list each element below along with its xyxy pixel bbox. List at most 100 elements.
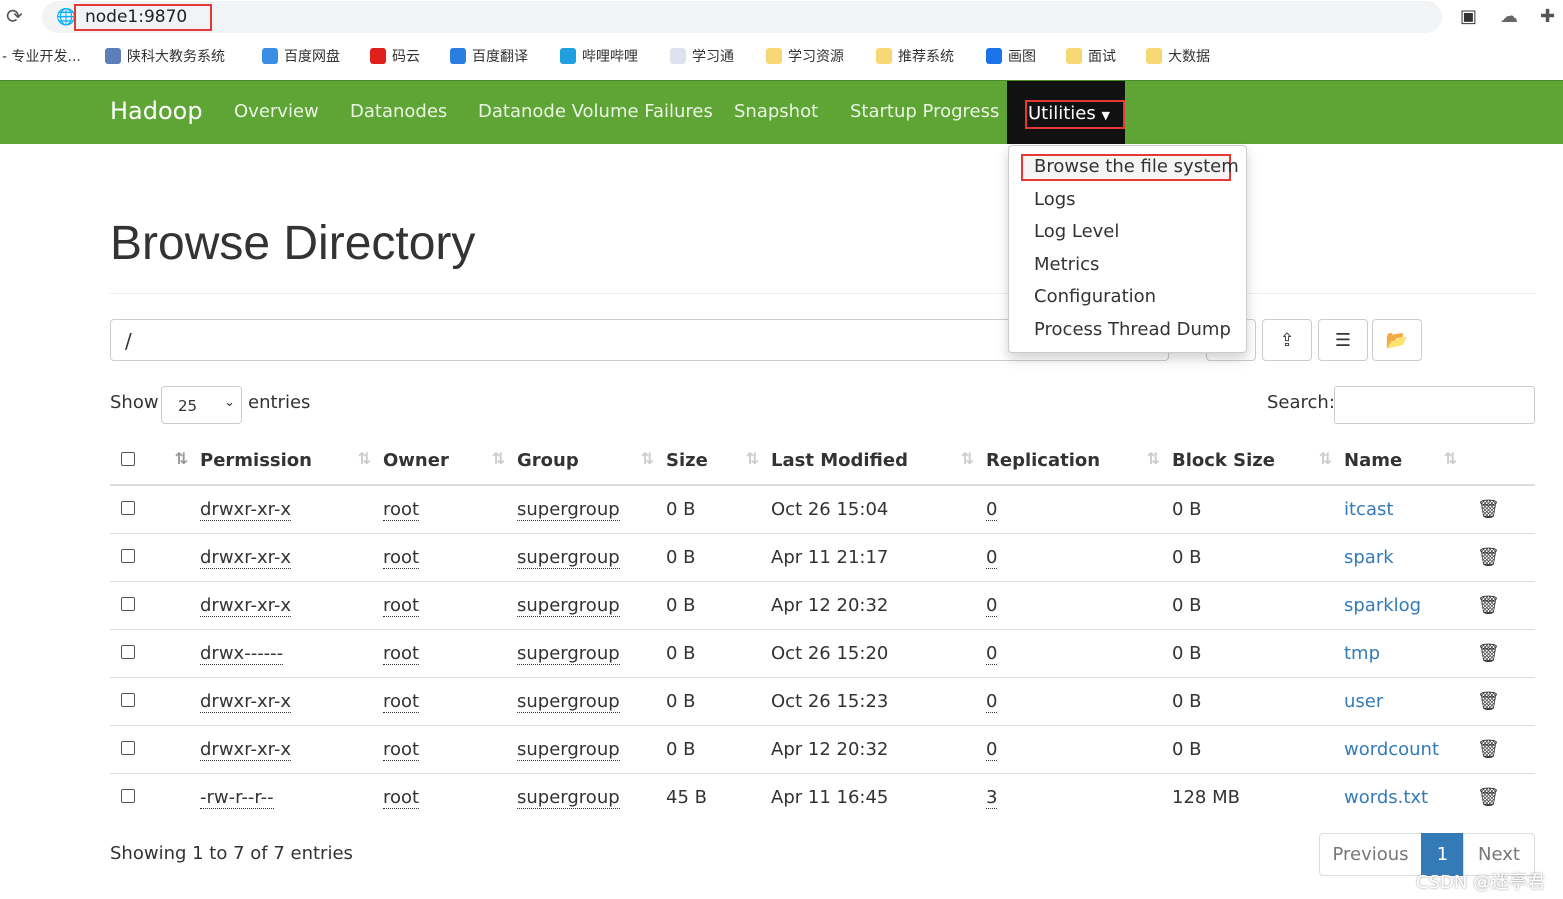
cell-name[interactable]: tmp [1344, 643, 1380, 664]
trash-icon[interactable]: 🗑 [1477, 547, 1500, 568]
cell-group[interactable]: supergroup [517, 786, 620, 809]
row-checkbox[interactable] [121, 500, 135, 515]
cell-permission[interactable]: drwxr-xr-x [200, 498, 291, 521]
menu-logs[interactable]: Logs [1034, 189, 1076, 210]
upload-button[interactable]: ⇪ [1262, 319, 1312, 361]
trash-icon[interactable]: 🗑 [1477, 499, 1500, 520]
cell-name[interactable]: user [1344, 691, 1383, 712]
cell-permission[interactable]: -rw-r--r-- [200, 786, 274, 809]
cell-owner[interactable]: root [383, 738, 420, 761]
cell-name[interactable]: itcast [1344, 499, 1393, 520]
sort-icon[interactable]: ⇅ [746, 449, 759, 468]
cell-replication[interactable]: 0 [986, 690, 998, 713]
column-header-permission[interactable]: Permission ⇅ [200, 437, 383, 486]
cell-group[interactable]: supergroup [517, 498, 620, 521]
row-checkbox[interactable] [121, 740, 135, 755]
cell-replication[interactable]: 0 [986, 594, 998, 617]
extension-icon[interactable]: ▣ [1460, 6, 1477, 27]
row-checkbox[interactable] [121, 692, 135, 707]
cell-owner[interactable]: root [383, 594, 420, 617]
column-header-group[interactable]: Group ⇅ [517, 437, 666, 486]
cell-replication[interactable]: 0 [986, 738, 998, 761]
bookmark[interactable]: 码云 [370, 46, 420, 66]
sort-icon[interactable]: ⇅ [492, 449, 505, 468]
column-header-size[interactable]: Size ⇅ [666, 437, 771, 486]
menu-thread-dump[interactable]: Process Thread Dump [1034, 319, 1231, 340]
bookmark[interactable]: 大数据 [1146, 46, 1210, 66]
cell-name[interactable]: spark [1344, 547, 1394, 568]
bookmark[interactable]: 学习通 [670, 46, 734, 66]
nav-datanodes[interactable]: Datanodes [350, 101, 447, 122]
cell-owner[interactable]: root [383, 690, 420, 713]
list-button[interactable]: ☰ [1318, 319, 1368, 361]
cell-permission[interactable]: drwxr-xr-x [200, 594, 291, 617]
nav-overview[interactable]: Overview [234, 101, 319, 122]
puzzle-icon[interactable]: ✚ [1540, 6, 1555, 27]
bookmark[interactable]: 学习资源 [766, 46, 844, 66]
sort-icon[interactable]: ⇅ [641, 449, 654, 468]
row-checkbox[interactable] [121, 644, 135, 659]
cell-permission[interactable]: drwxr-xr-x [200, 738, 291, 761]
sort-icon[interactable]: ⇅ [1147, 449, 1160, 468]
cell-owner[interactable]: root [383, 642, 420, 665]
trash-icon[interactable]: 🗑 [1477, 787, 1500, 808]
cell-permission[interactable]: drwxr-xr-x [200, 546, 291, 569]
cell-permission[interactable]: drwx------ [200, 642, 284, 665]
sort-icon[interactable]: ⇅ [1319, 449, 1332, 468]
cell-permission[interactable]: drwxr-xr-x [200, 690, 291, 713]
address-bar[interactable] [42, 1, 1442, 33]
cell-group[interactable]: supergroup [517, 594, 620, 617]
column-header-last-modified[interactable]: Last Modified ⇅ [771, 437, 986, 486]
new-folder-button[interactable]: 📂 [1372, 319, 1422, 361]
cell-owner[interactable]: root [383, 786, 420, 809]
column-header-owner[interactable]: Owner ⇅ [383, 437, 517, 486]
select-all-checkbox[interactable] [121, 452, 135, 466]
cell-replication[interactable]: 0 [986, 498, 998, 521]
row-checkbox[interactable] [121, 548, 135, 563]
menu-metrics[interactable]: Metrics [1034, 254, 1099, 275]
row-checkbox[interactable] [121, 596, 135, 611]
sort-icon[interactable]: ⇅ [175, 449, 188, 468]
bookmark[interactable]: 面试 [1066, 46, 1116, 66]
cell-owner[interactable]: root [383, 498, 420, 521]
cell-owner[interactable]: root [383, 546, 420, 569]
trash-icon[interactable]: 🗑 [1477, 643, 1500, 664]
cell-name[interactable]: words.txt [1344, 787, 1428, 808]
bookmark[interactable]: 哔哩哔哩 [560, 46, 638, 66]
search-input[interactable] [1334, 386, 1535, 424]
cell-name[interactable]: wordcount [1344, 739, 1439, 760]
nav-snapshot[interactable]: Snapshot [734, 101, 818, 122]
cell-replication[interactable]: 0 [986, 642, 998, 665]
nav-utilities[interactable]: Utilities ▼ [1007, 81, 1125, 144]
column-header-replication[interactable]: Replication ⇅ [986, 437, 1172, 486]
menu-log-level[interactable]: Log Level [1034, 221, 1119, 242]
sort-icon[interactable]: ⇅ [1444, 449, 1457, 468]
bookmark[interactable]: 画图 [986, 46, 1036, 66]
trash-icon[interactable]: 🗑 [1477, 739, 1500, 760]
entries-select[interactable]: 25 ⌄ [161, 386, 242, 424]
cell-replication[interactable]: 0 [986, 546, 998, 569]
menu-configuration[interactable]: Configuration [1034, 286, 1156, 307]
bookmark[interactable]: 陕科大教务系统 [105, 46, 225, 66]
trash-icon[interactable]: 🗑 [1477, 691, 1500, 712]
sort-icon[interactable]: ⇅ [358, 449, 371, 468]
bookmark[interactable]: 推荐系统 [876, 46, 954, 66]
bookmark[interactable]: 百度翻译 [450, 46, 528, 66]
cell-group[interactable]: supergroup [517, 738, 620, 761]
menu-browse-file-system[interactable]: Browse the file system [1034, 156, 1239, 177]
trash-icon[interactable]: 🗑 [1477, 595, 1500, 616]
column-header-name[interactable]: Name ⇅ [1344, 437, 1469, 486]
cell-name[interactable]: sparklog [1344, 595, 1421, 616]
reload-icon[interactable]: ⟳ [6, 4, 23, 28]
nav-volume-failures[interactable]: Datanode Volume Failures [478, 101, 713, 122]
sort-icon[interactable]: ⇅ [961, 449, 974, 468]
extension-icon[interactable]: ☁ [1500, 6, 1518, 27]
select-all-header[interactable]: ⇅ [110, 437, 200, 486]
row-checkbox[interactable] [121, 788, 135, 803]
column-header-block-size[interactable]: Block Size ⇅ [1172, 437, 1344, 486]
cell-group[interactable]: supergroup [517, 642, 620, 665]
cell-replication[interactable]: 3 [986, 786, 998, 809]
url-text[interactable]: node1:9870 [74, 4, 212, 31]
bookmark[interactable]: - 专业开发... [2, 46, 81, 66]
cell-group[interactable]: supergroup [517, 546, 620, 569]
